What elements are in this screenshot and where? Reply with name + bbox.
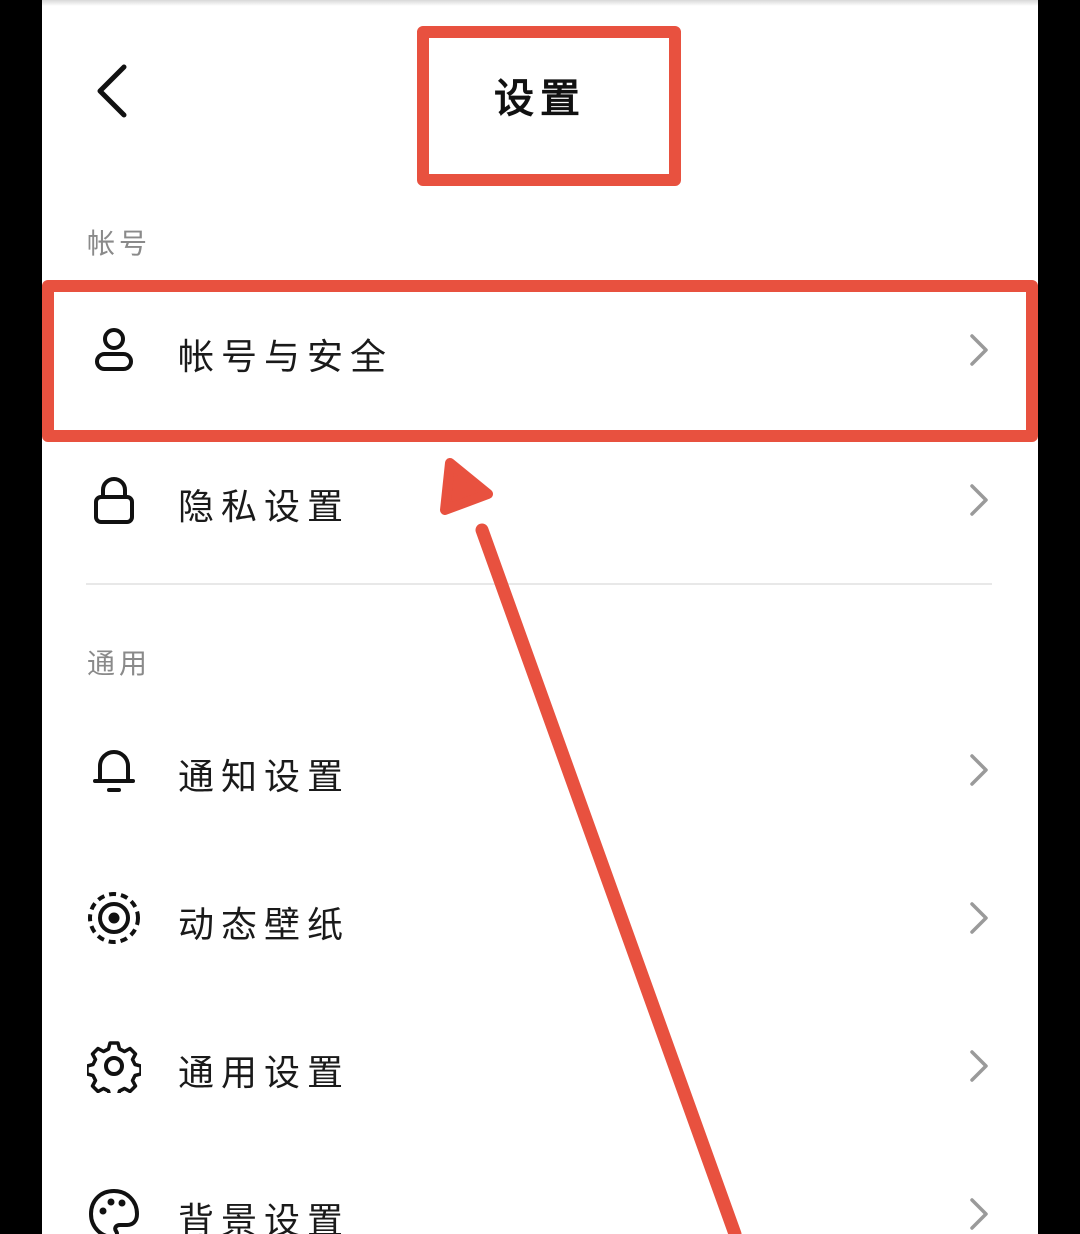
chevron-right-icon xyxy=(964,328,994,372)
settings-item-account-security[interactable]: 帐号与安全 xyxy=(42,290,1038,410)
section-header-account: 帐号 xyxy=(87,227,152,260)
chevron-right-icon xyxy=(964,896,994,940)
user-icon xyxy=(86,320,142,380)
page-title: 设置 xyxy=(494,76,586,122)
dynamic-wallpaper-icon xyxy=(86,888,142,948)
settings-item-notifications[interactable]: 通知设置 xyxy=(42,710,1038,830)
settings-item-label: 隐私设置 xyxy=(178,487,351,528)
settings-item-privacy[interactable]: 隐私设置 xyxy=(42,440,1038,560)
chevron-right-icon xyxy=(964,1192,994,1234)
settings-screen: 设置 帐号 帐号与安全 隐私设置 通用 通知设置 动态壁纸 通用设置 背景设置 xyxy=(42,0,1038,1234)
section-divider xyxy=(86,583,992,585)
settings-item-label: 通用设置 xyxy=(178,1053,351,1094)
section-header-general: 通用 xyxy=(87,647,152,680)
settings-item-label: 背景设置 xyxy=(178,1201,351,1234)
chevron-right-icon xyxy=(964,1044,994,1088)
settings-item-general[interactable]: 通用设置 xyxy=(42,1006,1038,1126)
palette-icon xyxy=(86,1184,142,1234)
settings-item-background[interactable]: 背景设置 xyxy=(42,1154,1038,1234)
settings-item-label: 动态壁纸 xyxy=(178,905,351,946)
status-bar-remnant xyxy=(42,0,1038,6)
chevron-right-icon xyxy=(964,478,994,522)
settings-item-label: 帐号与安全 xyxy=(178,337,394,378)
chevron-right-icon xyxy=(964,748,994,792)
bell-icon xyxy=(86,740,142,800)
settings-item-label: 通知设置 xyxy=(178,757,351,798)
gear-icon xyxy=(86,1036,142,1096)
lock-icon xyxy=(86,470,142,530)
settings-item-dynamic-wallpaper[interactable]: 动态壁纸 xyxy=(42,858,1038,978)
